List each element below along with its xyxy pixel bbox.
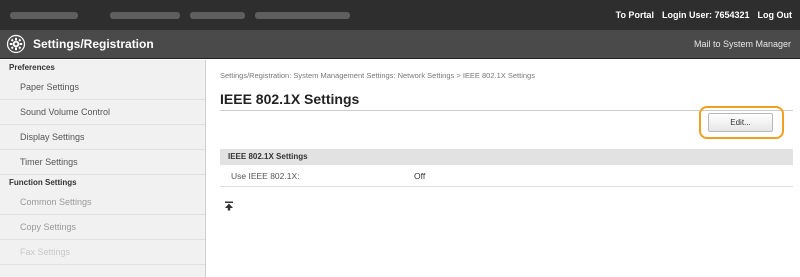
blurred-text <box>110 12 180 19</box>
section-header: IEEE 802.1X Settings <box>220 149 793 165</box>
edit-button-highlight: Edit... <box>699 106 784 139</box>
sidebar-item-sound-volume-control[interactable]: Sound Volume Control <box>0 100 205 125</box>
top-bar: To Portal Login User: 7654321 Log Out <box>0 0 800 30</box>
sidebar-section-preferences: Preferences <box>9 63 55 72</box>
mail-to-system-manager-link[interactable]: Mail to System Manager <box>694 39 791 49</box>
sidebar-item-copy-settings[interactable]: Copy Settings <box>0 215 205 240</box>
divider <box>220 186 793 187</box>
title-bar: Settings/Registration Mail to System Man… <box>0 30 800 59</box>
setting-value-use-ieee-8021x: Off <box>414 171 426 181</box>
blurred-text <box>10 12 78 19</box>
back-to-top-icon[interactable] <box>224 201 234 211</box>
main-content: Settings/Registration: System Management… <box>206 60 800 277</box>
sidebar-item-common-settings[interactable]: Common Settings <box>0 190 205 215</box>
gear-icon <box>6 34 26 54</box>
sidebar-item-timer-settings[interactable]: Timer Settings <box>0 150 205 175</box>
sidebar-item-display-settings[interactable]: Display Settings <box>0 125 205 150</box>
setting-label-use-ieee-8021x: Use IEEE 802.1X: <box>231 171 300 181</box>
sidebar-item-fax-settings[interactable]: Fax Settings <box>0 240 205 265</box>
blurred-text <box>190 12 245 19</box>
app-title: Settings/Registration <box>33 37 154 51</box>
top-links: To Portal Login User: 7654321 Log Out <box>616 0 792 30</box>
log-out-link[interactable]: Log Out <box>758 10 793 20</box>
to-portal-link[interactable]: To Portal <box>616 10 654 20</box>
sidebar-item-paper-settings[interactable]: Paper Settings <box>0 75 205 100</box>
edit-button[interactable]: Edit... <box>708 113 773 132</box>
login-user-label: Login User: 7654321 <box>661 10 750 20</box>
sidebar: Preferences Paper Settings Sound Volume … <box>0 60 206 277</box>
page-title: IEEE 802.1X Settings <box>220 91 360 107</box>
breadcrumb: Settings/Registration: System Management… <box>220 71 535 80</box>
sidebar-section-function-settings: Function Settings <box>9 178 77 187</box>
blurred-text <box>255 12 350 19</box>
